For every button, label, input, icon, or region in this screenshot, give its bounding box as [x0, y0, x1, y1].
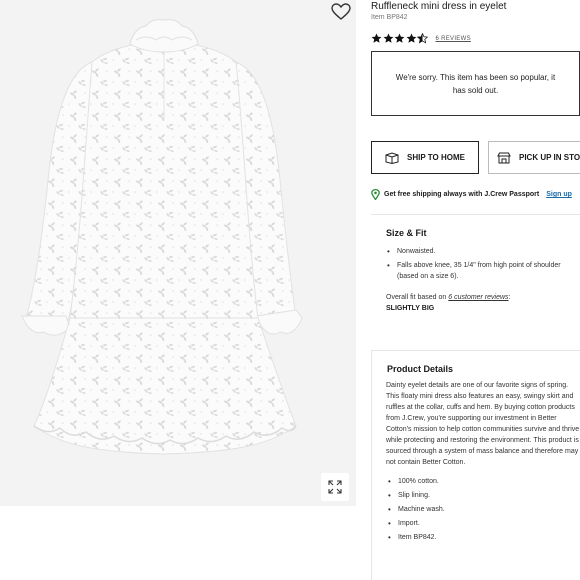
size-fit-list: Nonwaisted. Falls above knee, 35 1/4" fr…: [386, 246, 580, 282]
item-number: Item BP842: [371, 14, 408, 21]
product-details-heading: Product Details: [387, 364, 454, 374]
heart-icon: [331, 3, 351, 20]
list-item: 100% cotton.: [387, 476, 580, 487]
list-item: Item BP842.: [387, 532, 580, 543]
overall-fit-line: Overall fit based on 6 customer reviews:: [386, 294, 580, 301]
star-full-icon: [383, 33, 393, 43]
ship-to-home-button[interactable]: SHIP TO HOME: [371, 141, 479, 174]
star-full-icon: [394, 33, 405, 43]
sold-out-message: We're sorry. This item has been so popul…: [371, 51, 580, 116]
list-item: Falls above knee, 35 1/4" from high poin…: [386, 260, 580, 282]
list-item: Nonwaisted.: [386, 246, 580, 257]
free-shipping-note: Get free shipping always with J.Crew Pas…: [371, 189, 572, 200]
product-image-panel: [0, 0, 356, 506]
dress-image: [21, 19, 303, 455]
product-info-column: Ruffleneck mini dress in eyelet Item BP8…: [371, 0, 580, 580]
star-full-icon: [406, 33, 416, 43]
list-item: Import.: [387, 518, 580, 529]
expand-image-button[interactable]: [321, 473, 349, 501]
star-half-icon: [417, 33, 428, 44]
list-item: Slip lining.: [387, 490, 580, 501]
map-pin-icon: [371, 189, 380, 200]
fit-value: SLIGHTLY BIG: [386, 305, 435, 312]
expand-arrows-icon: [328, 480, 342, 494]
free-shipping-text: Get free shipping always with J.Crew Pas…: [384, 191, 540, 198]
size-fit-section: Size & Fit Nonwaisted. Falls above knee,…: [371, 214, 580, 335]
pick-up-in-store-label: PICK UP IN STORE: [519, 153, 580, 162]
size-fit-heading: Size & Fit: [386, 228, 427, 238]
product-description: Dainty eyelet details are one of our fav…: [386, 382, 580, 466]
product-title: Ruffleneck mini dress in eyelet: [371, 1, 507, 12]
list-item: Machine wash.: [387, 504, 580, 515]
store-icon: [497, 152, 511, 163]
sign-up-link[interactable]: Sign up: [546, 191, 572, 198]
fit-suffix: :: [508, 294, 511, 301]
sold-out-text: We're sorry. This item has been so popul…: [395, 72, 556, 95]
favorite-button[interactable]: [331, 3, 351, 21]
product-details-section: Product Details Dainty eyelet details ar…: [371, 350, 580, 580]
star-full-icon: [371, 33, 382, 43]
reviews-link[interactable]: 6 REVIEWS: [436, 36, 471, 42]
customer-reviews-link[interactable]: 6 customer reviews: [448, 294, 508, 301]
ship-to-home-label: SHIP TO HOME: [407, 153, 465, 162]
product-details-list: 100% cotton. Slip lining. Machine wash. …: [387, 476, 580, 543]
box-icon: [385, 151, 399, 164]
fit-prefix: Overall fit based on: [386, 294, 449, 301]
product-rating: 6 REVIEWS: [371, 33, 471, 44]
pick-up-in-store-button[interactable]: PICK UP IN STORE: [488, 141, 580, 174]
